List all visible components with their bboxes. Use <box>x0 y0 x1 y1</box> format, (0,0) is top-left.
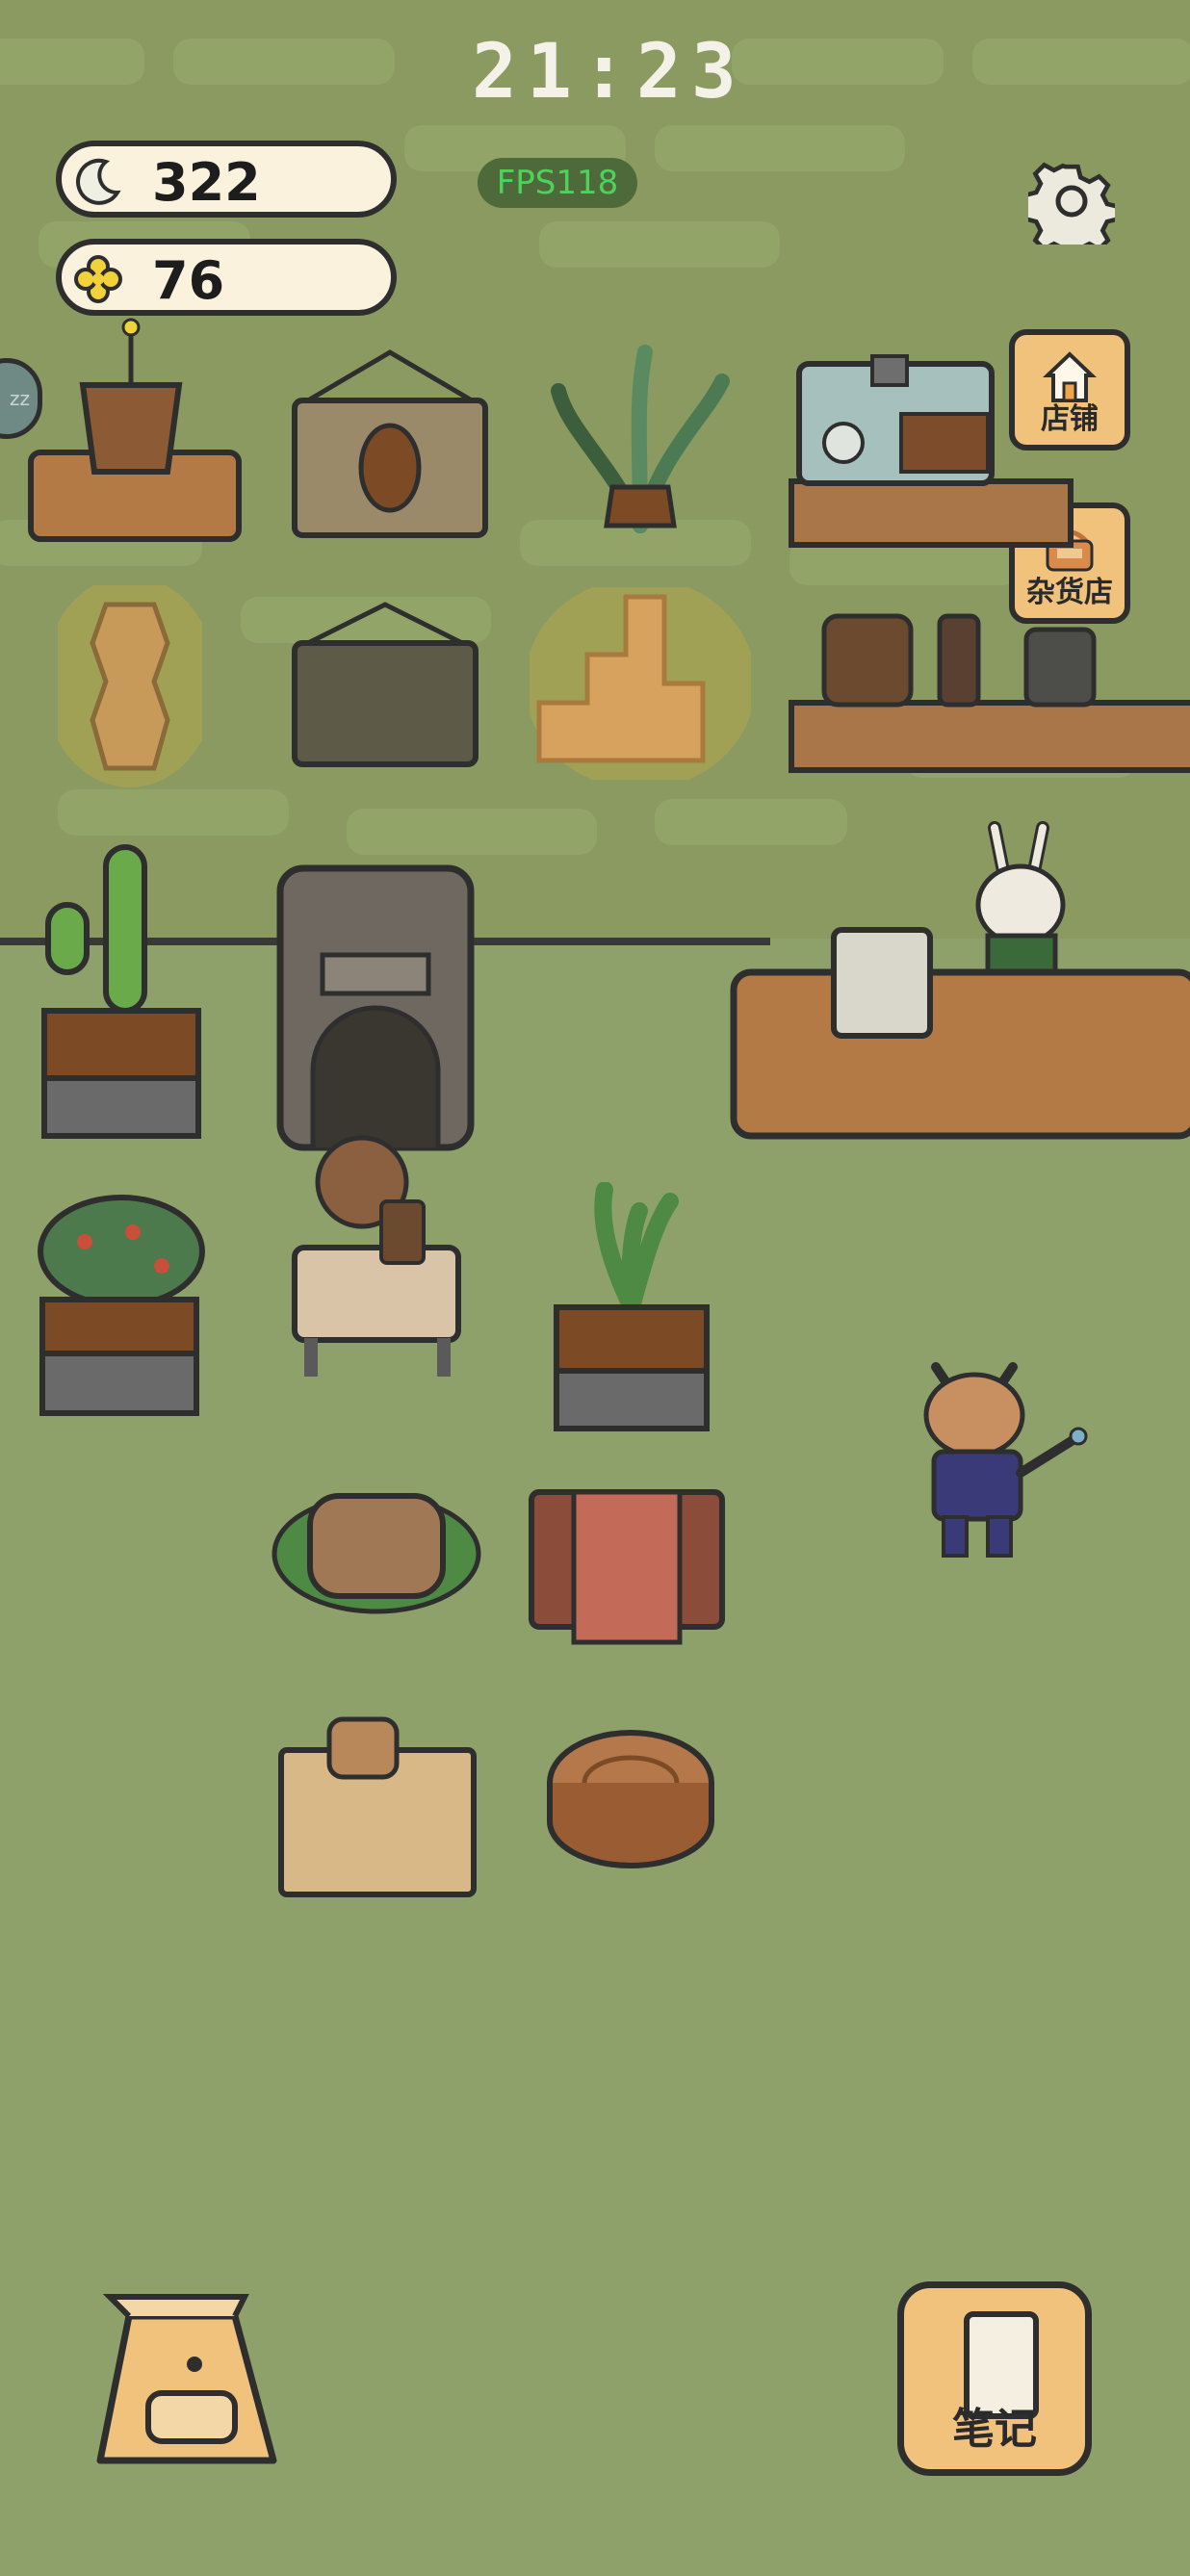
moon-currency-counter: 322 <box>56 141 397 218</box>
sandcastle-decor[interactable] <box>530 587 751 780</box>
cat-customer-player[interactable] <box>917 1348 1090 1559</box>
notes-button[interactable]: 笔记 <box>897 2281 1092 2476</box>
jar-shelf[interactable] <box>786 597 1190 780</box>
cactus-planter[interactable] <box>39 837 207 1146</box>
grass-planter[interactable] <box>551 1182 712 1436</box>
fern-plant-decor[interactable] <box>549 343 732 535</box>
notes-label: 笔记 <box>952 2405 1037 2454</box>
wooden-stool-chair[interactable] <box>526 1482 728 1646</box>
woven-mat-with-basket[interactable] <box>275 1710 479 1902</box>
flower-pot-decor[interactable] <box>25 318 248 554</box>
shop-counter[interactable] <box>728 924 1190 1184</box>
cat-customer-table[interactable] <box>285 1124 468 1380</box>
clock: 21:23 <box>472 29 746 116</box>
moon-count: 322 <box>152 152 261 213</box>
moon-icon <box>76 158 121 205</box>
blank-hanging-sign[interactable] <box>289 595 481 778</box>
log-stump[interactable] <box>539 1725 722 1869</box>
stump-table-with-leaves[interactable] <box>268 1486 485 1627</box>
fps-counter: FPS118 <box>478 158 637 208</box>
berry-bush-planter[interactable] <box>37 1194 205 1421</box>
wrapped-vase-decor[interactable] <box>58 585 202 787</box>
coffee-bean-sign[interactable] <box>289 343 491 545</box>
clover-currency-counter: 76 <box>56 239 397 316</box>
stone-oven[interactable] <box>274 859 477 1157</box>
backpack-icon[interactable] <box>81 2278 302 2480</box>
gear-icon[interactable] <box>1028 158 1115 245</box>
clover-count: 76 <box>152 250 225 311</box>
espresso-machine[interactable] <box>786 337 1074 558</box>
clover-icon <box>74 255 122 303</box>
